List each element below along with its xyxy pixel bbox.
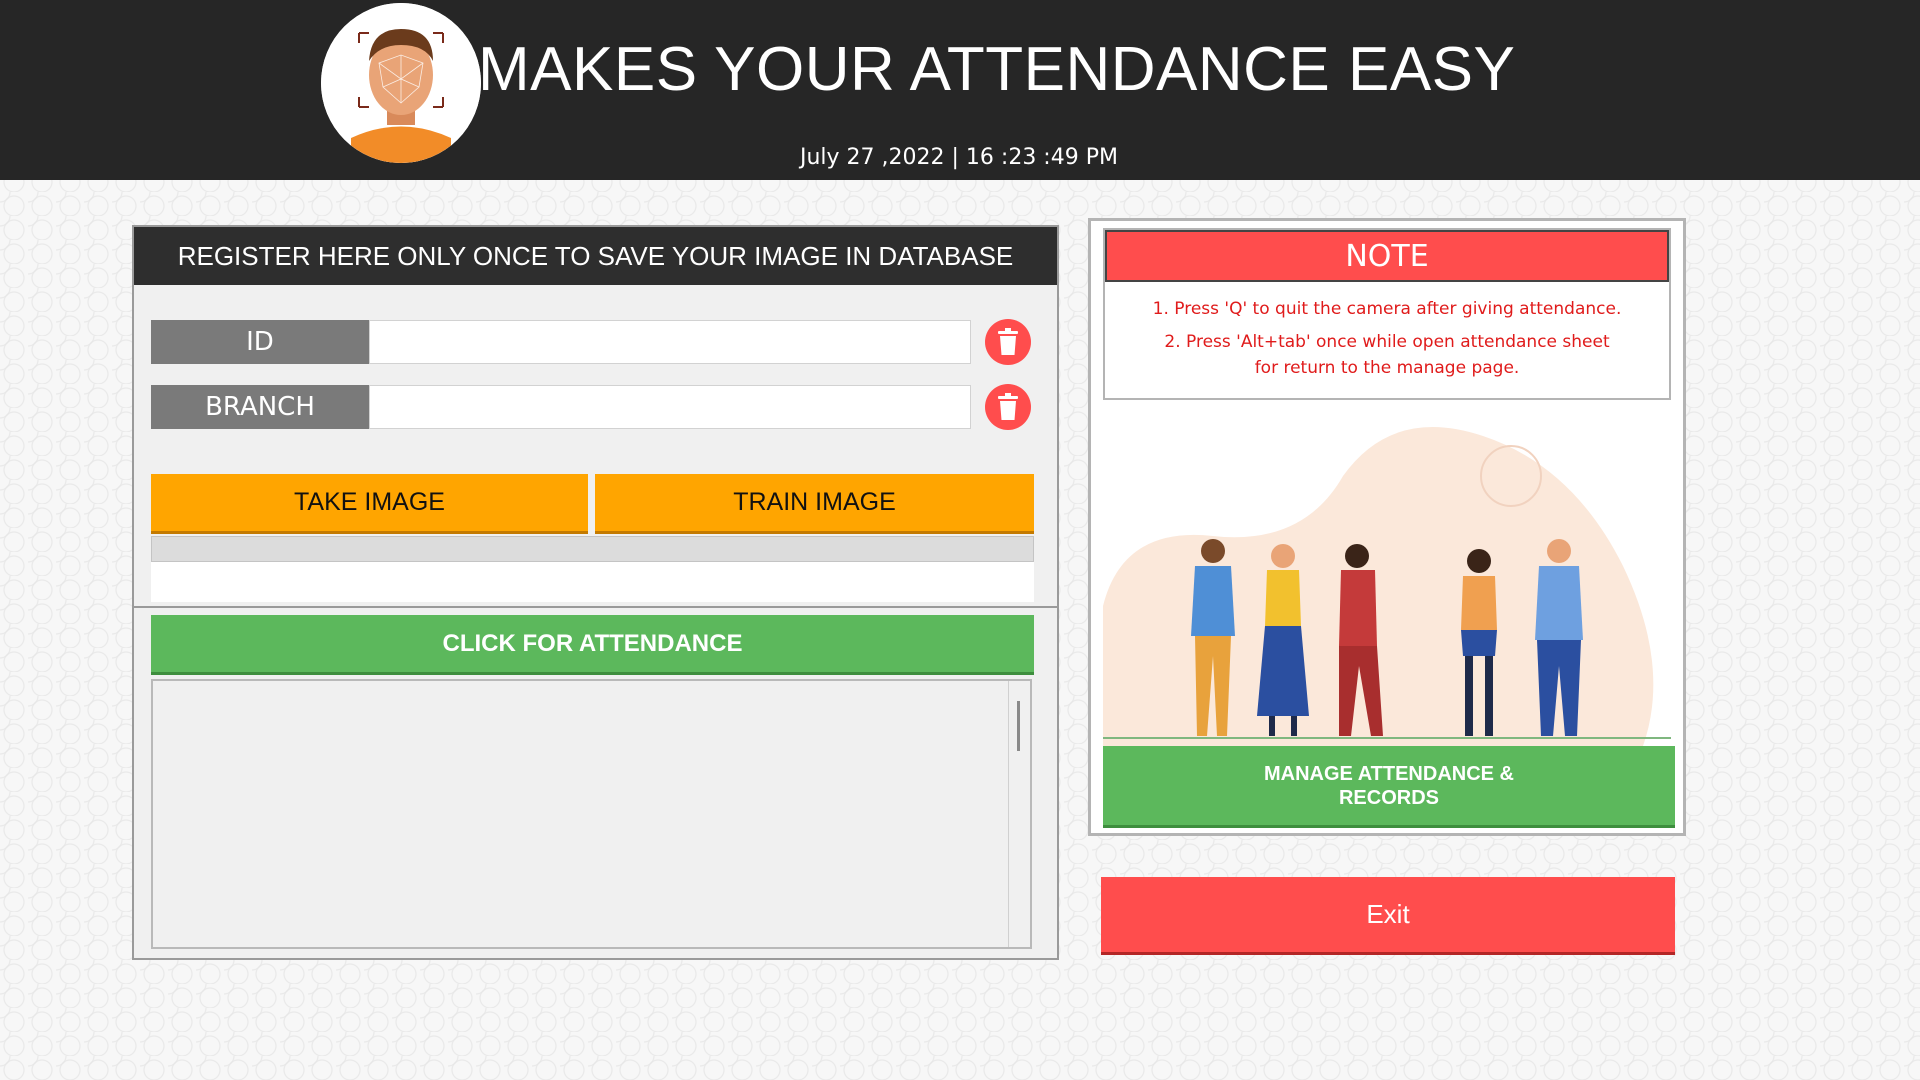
clear-id-button[interactable] — [985, 319, 1031, 365]
app-header: MAKES YOUR ATTENDANCE EASY July 27 ,2022… — [0, 0, 1920, 180]
attendance-records-list[interactable] — [151, 679, 1032, 949]
note-line-3: for return to the manage page. — [1254, 358, 1520, 378]
note-heading: NOTE — [1105, 230, 1669, 282]
branch-label: BRANCH — [151, 385, 369, 429]
clear-branch-button[interactable] — [985, 384, 1031, 430]
attendance-panel: CLICK FOR ATTENDANCE — [132, 606, 1059, 960]
id-label: ID — [151, 320, 369, 364]
progress-bar — [151, 536, 1034, 562]
registration-heading: REGISTER HERE ONLY ONCE TO SAVE YOUR IMA… — [134, 227, 1057, 285]
status-message-area — [151, 562, 1034, 602]
face-recognition-logo-icon — [321, 3, 481, 163]
note-box: NOTE 1. Press 'Q' to quit the camera aft… — [1103, 228, 1671, 400]
take-image-button[interactable]: TAKE IMAGE — [151, 474, 588, 534]
train-image-button[interactable]: TRAIN IMAGE — [595, 474, 1034, 534]
app-title: MAKES YOUR ATTENDANCE EASY — [478, 35, 1516, 104]
trash-icon — [998, 328, 1018, 355]
trash-icon — [998, 393, 1018, 420]
students-illustration — [1103, 416, 1671, 746]
branch-input[interactable] — [369, 385, 971, 429]
note-line-2: 2. Press 'Alt+tab' once while open atten… — [1164, 332, 1610, 352]
registration-panel: REGISTER HERE ONLY ONCE TO SAVE YOUR IMA… — [132, 225, 1059, 610]
id-input[interactable] — [369, 320, 971, 364]
info-panel: NOTE 1. Press 'Q' to quit the camera aft… — [1088, 218, 1686, 836]
date-time-display: July 27 ,2022 | 16 :23 :49 PM — [800, 145, 1118, 170]
exit-button[interactable]: Exit — [1101, 877, 1675, 955]
note-line-1: 1. Press 'Q' to quit the camera after gi… — [1152, 299, 1622, 319]
manage-attendance-records-button[interactable]: MANAGE ATTENDANCE & RECORDS — [1103, 746, 1675, 828]
records-scrollbar-thumb[interactable] — [1017, 701, 1020, 751]
click-for-attendance-button[interactable]: CLICK FOR ATTENDANCE — [151, 615, 1034, 675]
